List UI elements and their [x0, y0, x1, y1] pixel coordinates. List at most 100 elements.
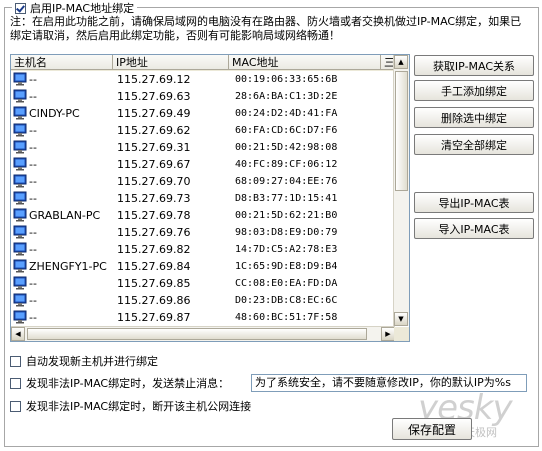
cell-host: --: [29, 158, 37, 171]
horizontal-scrollbar[interactable]: ◀ ▶: [11, 326, 395, 341]
table-row[interactable]: -- 115.27.69.70 68:09:27:04:EE:76: [11, 173, 395, 190]
group-title-label: 启用IP-MAC地址绑定: [30, 2, 135, 15]
warning-note: 注：在启用此功能之前，请确保局域网的电脑没有在路由器、防火墙或者交换机做过IP-…: [10, 15, 522, 42]
manual-add-button[interactable]: 手工添加绑定: [414, 80, 534, 101]
horizontal-scroll-thumb[interactable]: [27, 328, 367, 340]
computer-icon: [13, 140, 27, 154]
disconnect-host-label: 发现非法IP-MAC绑定时，断开该主机公网连接: [26, 400, 252, 413]
save-config-button[interactable]: 保存配置: [392, 418, 472, 440]
table-row[interactable]: -- 115.27.69.67 40:FC:89:CF:06:12: [11, 156, 395, 173]
cell-mac: 00:19:06:33:65:6B: [235, 74, 338, 85]
computer-icon: [13, 89, 27, 103]
binding-table[interactable]: 主机名 IP地址 MAC地址 三 -- 115.27.69.12 00:19:06:…: [10, 54, 410, 342]
table-row[interactable]: -- 115.27.69.86 D0:23:DB:C8:EC:6C: [11, 292, 395, 309]
enable-binding-checkbox[interactable]: [15, 2, 26, 14]
cell-mac: 00:24:D2:4D:41:FA: [235, 108, 338, 119]
column-header-ip[interactable]: IP地址: [113, 55, 229, 70]
scroll-down-icon[interactable]: ▼: [394, 312, 408, 326]
export-table-button[interactable]: 导出IP-MAC表: [414, 192, 534, 213]
column-header-mac[interactable]: MAC地址: [229, 55, 381, 70]
table-row[interactable]: GRABLAN-PC 115.27.69.78 00:21:5D:62:21:B0: [11, 207, 395, 224]
computer-icon: [13, 310, 27, 324]
scroll-up-icon[interactable]: ▲: [394, 55, 408, 69]
cell-host: --: [29, 124, 37, 137]
import-table-button[interactable]: 导入IP-MAC表: [414, 218, 534, 239]
disconnect-host-checkbox[interactable]: [10, 400, 21, 412]
scroll-right-icon[interactable]: ▶: [381, 327, 395, 341]
cell-ip: 115.27.69.85: [117, 277, 191, 290]
cell-ip: 115.27.69.12: [117, 73, 191, 86]
table-row[interactable]: -- 115.27.69.62 60:FA:CD:6C:D7:F6: [11, 122, 395, 139]
clear-all-button[interactable]: 清空全部绑定: [414, 134, 534, 155]
table-row[interactable]: -- 115.27.69.12 00:19:06:33:65:6B: [11, 71, 395, 88]
cell-host: --: [29, 243, 37, 256]
table-row[interactable]: -- 115.27.69.76 98:03:D8:E9:D0:79: [11, 224, 395, 241]
cell-mac: 48:60:BC:51:7F:58: [235, 312, 338, 323]
computer-icon: [13, 259, 27, 273]
cell-host: --: [29, 192, 37, 205]
cell-host: --: [29, 311, 37, 324]
cell-mac: CC:08:E0:EA:FD:DA: [235, 278, 338, 289]
vertical-scrollbar[interactable]: ▲ ▼: [393, 55, 409, 326]
computer-icon: [13, 293, 27, 307]
cell-host: --: [29, 90, 37, 103]
table-row[interactable]: ZHENGFY1-PC 115.27.69.84 1C:65:9D:E8:D9:B4: [11, 258, 395, 275]
cell-host: --: [29, 294, 37, 307]
cell-ip: 115.27.69.87: [117, 311, 191, 324]
computer-icon: [13, 225, 27, 239]
cell-ip: 115.27.69.86: [117, 294, 191, 307]
cell-ip: 115.27.69.76: [117, 226, 191, 239]
send-ban-message-option[interactable]: 发现非法IP-MAC绑定时，发送禁止消息：: [10, 375, 229, 391]
cell-mac: 00:21:5D:42:98:08: [235, 142, 338, 153]
cell-mac: 98:03:D8:E9:D0:79: [235, 227, 338, 238]
cell-ip: 115.27.69.82: [117, 243, 191, 256]
cell-mac: D0:23:DB:C8:EC:6C: [235, 295, 338, 306]
cell-ip: 115.27.69.78: [117, 209, 191, 222]
cell-ip: 115.27.69.63: [117, 90, 191, 103]
table-row[interactable]: -- 115.27.69.31 00:21:5D:42:98:08: [11, 139, 395, 156]
cell-host: --: [29, 175, 37, 188]
table-row[interactable]: -- 115.27.69.63 28:6A:BA:C1:3D:2E: [11, 88, 395, 105]
send-ban-message-label: 发现非法IP-MAC绑定时，发送禁止消息：: [26, 377, 230, 390]
table-row[interactable]: -- 115.27.69.85 CC:08:E0:EA:FD:DA: [11, 275, 395, 292]
computer-icon: [13, 174, 27, 188]
computer-icon: [13, 276, 27, 290]
cell-ip: 115.27.69.84: [117, 260, 191, 273]
column-header-host[interactable]: 主机名: [11, 55, 113, 70]
vertical-scroll-thumb[interactable]: [395, 71, 408, 191]
computer-icon: [13, 72, 27, 86]
table-row[interactable]: CINDY-PC 115.27.69.49 00:24:D2:4D:41:FA: [11, 105, 395, 122]
cell-ip: 115.27.69.62: [117, 124, 191, 137]
cell-ip: 115.27.69.67: [117, 158, 191, 171]
auto-discover-checkbox[interactable]: [10, 355, 21, 367]
delete-selected-button[interactable]: 删除选中绑定: [414, 107, 534, 128]
cell-mac: 00:21:5D:62:21:B0: [235, 210, 338, 221]
table-row[interactable]: -- 115.27.69.82 14:7D:C5:A2:78:E3: [11, 241, 395, 258]
cell-ip: 115.27.69.70: [117, 175, 191, 188]
cell-mac: 68:09:27:04:EE:76: [235, 176, 338, 187]
cell-host: --: [29, 141, 37, 154]
auto-discover-label: 自动发现新主机并进行绑定: [26, 355, 158, 368]
cell-mac: 1C:65:9D:E8:D9:B4: [235, 261, 338, 272]
cell-host: GRABLAN-PC: [29, 209, 101, 222]
cell-host: --: [29, 73, 37, 86]
scroll-corner: [394, 327, 409, 341]
cell-host: ZHENGFY1-PC: [29, 260, 107, 273]
cell-mac: 60:FA:CD:6C:D7:F6: [235, 125, 338, 136]
table-row[interactable]: -- 115.27.69.87 48:60:BC:51:7F:58: [11, 309, 395, 326]
cell-host: CINDY-PC: [29, 107, 80, 120]
computer-icon: [13, 123, 27, 137]
send-ban-message-checkbox[interactable]: [10, 377, 21, 389]
auto-discover-option[interactable]: 自动发现新主机并进行绑定: [10, 353, 158, 369]
computer-icon: [13, 106, 27, 120]
group-title[interactable]: 启用IP-MAC地址绑定: [12, 1, 138, 15]
get-ip-mac-button[interactable]: 获取IP-MAC关系: [414, 55, 534, 76]
table-header: 主机名 IP地址 MAC地址 三: [11, 55, 395, 71]
computer-icon: [13, 242, 27, 256]
disconnect-host-option[interactable]: 发现非法IP-MAC绑定时，断开该主机公网连接: [10, 398, 251, 414]
scroll-left-icon[interactable]: ◀: [11, 327, 25, 341]
cell-ip: 115.27.69.31: [117, 141, 191, 154]
table-row[interactable]: -- 115.27.69.73 D8:B3:77:1D:15:41: [11, 190, 395, 207]
cell-host: --: [29, 226, 37, 239]
computer-icon: [13, 191, 27, 205]
